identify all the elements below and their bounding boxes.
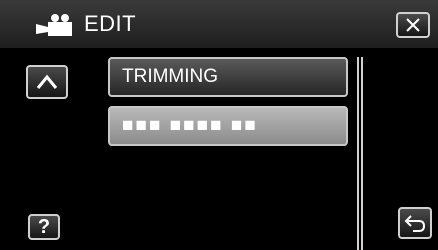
scrollbar[interactable] [357, 57, 363, 250]
menu-item-label: ■■■ ■■■■ ■■ [122, 115, 258, 136]
menu-item-disabled[interactable]: ■■■ ■■■■ ■■ [108, 106, 348, 146]
help-button[interactable]: ? [28, 214, 60, 240]
scroll-up-button[interactable] [26, 65, 68, 99]
close-button[interactable] [396, 12, 430, 38]
header-bar: EDIT [0, 0, 438, 48]
chevron-up-icon [36, 74, 58, 89]
page-title: EDIT [84, 11, 137, 36]
close-icon [406, 18, 420, 32]
menu-item-label: TRIMMING [122, 66, 219, 87]
movie-camera-icon [36, 14, 72, 36]
menu-item-trimming[interactable]: TRIMMING [108, 57, 348, 97]
help-label: ? [37, 215, 51, 238]
back-button[interactable] [398, 207, 432, 239]
return-arrow-icon [404, 215, 426, 232]
